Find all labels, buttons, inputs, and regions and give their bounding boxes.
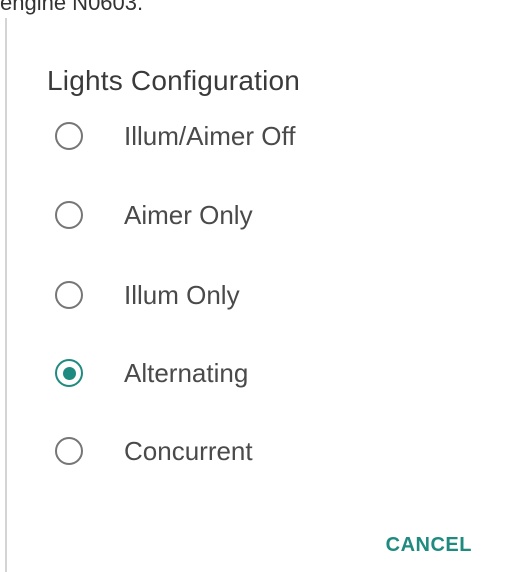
option-label: Illum/Aimer Off	[124, 120, 296, 151]
cancel-button[interactable]: CANCEL	[384, 530, 474, 561]
option-concurrent[interactable]: Concurrent	[43, 423, 483, 479]
radio-button-checked-icon[interactable]	[55, 359, 83, 387]
option-label: Alternating	[124, 357, 249, 388]
option-label: Illum Only	[124, 279, 240, 310]
option-label: Aimer Only	[124, 199, 253, 230]
option-illum-aimer-off[interactable]: Illum/Aimer Off	[43, 108, 483, 164]
option-label: Concurrent	[124, 435, 253, 466]
radio-button-unchecked-icon[interactable]	[55, 437, 83, 465]
page-text-fragment: engine N0603.	[0, 0, 144, 15]
radio-button-unchecked-icon[interactable]	[55, 122, 83, 150]
option-illum-only[interactable]: Illum Only	[43, 267, 483, 323]
radio-button-unchecked-icon[interactable]	[55, 201, 83, 229]
radio-dot-icon	[62, 366, 76, 380]
option-alternating[interactable]: Alternating	[43, 345, 483, 401]
radio-button-unchecked-icon[interactable]	[55, 281, 83, 309]
lights-configuration-dialog: Lights Configuration Illum/Aimer Off Aim…	[7, 18, 506, 572]
option-aimer-only[interactable]: Aimer Only	[43, 187, 483, 243]
dialog-title: Lights Configuration	[47, 65, 301, 96]
